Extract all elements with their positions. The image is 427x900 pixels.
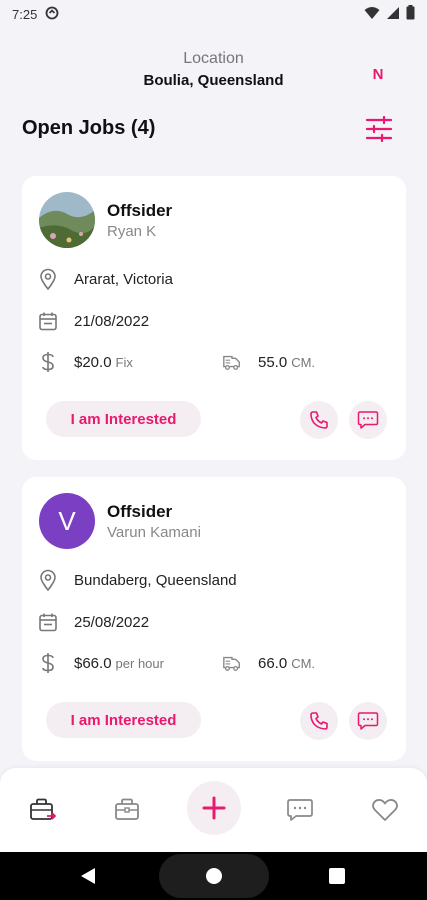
job-date: 25/08/2022 xyxy=(74,613,150,631)
interested-button[interactable]: I am Interested xyxy=(46,401,201,437)
filter-button[interactable] xyxy=(364,115,398,144)
back-button[interactable] xyxy=(80,867,96,890)
job-location-row: Bundaberg, Queensland xyxy=(38,569,237,591)
location-value[interactable]: Boulia, Queensland xyxy=(0,72,427,89)
nav-my-jobs[interactable] xyxy=(107,790,147,830)
phone-icon xyxy=(310,411,328,429)
job-title: Offsider xyxy=(107,200,173,220)
sliders-icon xyxy=(365,115,393,143)
dollar-icon xyxy=(38,652,58,674)
poster-name: Ryan K xyxy=(107,222,157,240)
profile-avatar[interactable]: N xyxy=(366,66,390,86)
job-date-row: 21/08/2022 xyxy=(38,310,149,332)
home-button[interactable] xyxy=(206,868,222,889)
job-distance-row: 66.0 CM. xyxy=(222,652,315,674)
interested-button[interactable]: I am Interested xyxy=(46,702,201,738)
job-card[interactable]: V Offsider Varun Kamani Bundaberg, Queen… xyxy=(22,477,406,761)
calendar-icon xyxy=(38,310,58,332)
system-nav-bar xyxy=(0,852,427,900)
nav-messages[interactable] xyxy=(280,790,320,830)
poster-name: Varun Kamani xyxy=(107,523,201,541)
map-pin-icon xyxy=(38,569,58,591)
job-distance: 66.0 xyxy=(258,654,288,672)
briefcase-icon xyxy=(115,798,139,820)
recents-square-icon xyxy=(329,868,345,884)
jobs-icon xyxy=(30,798,57,820)
job-date: 21/08/2022 xyxy=(74,312,150,330)
job-card[interactable]: Offsider Ryan K Ararat, Victoria 21/08/2… xyxy=(22,176,406,460)
job-distance-row: 55.0 CM. xyxy=(222,351,315,373)
battery-icon xyxy=(406,5,415,23)
job-pay-type: per hour xyxy=(115,655,164,671)
home-circle-icon xyxy=(206,868,222,884)
job-poster: Offsider Ryan K xyxy=(39,192,172,248)
bottom-nav xyxy=(0,768,427,852)
job-distance: 55.0 xyxy=(258,353,288,371)
job-poster: V Offsider Varun Kamani xyxy=(39,493,201,549)
heart-icon xyxy=(372,799,398,821)
map-pin-icon xyxy=(38,268,58,290)
phone-icon xyxy=(310,712,328,730)
chat-icon xyxy=(287,799,313,821)
nav-jobs[interactable] xyxy=(23,790,63,830)
truck-icon xyxy=(222,351,242,373)
job-pay: $20.0 xyxy=(74,353,112,371)
dollar-icon xyxy=(38,351,58,373)
job-location: Bundaberg, Queensland xyxy=(74,571,237,589)
call-button[interactable] xyxy=(300,702,338,740)
call-button[interactable] xyxy=(300,401,338,439)
recents-button[interactable] xyxy=(329,868,345,889)
status-bar: 7:25 xyxy=(0,0,427,28)
signal-icon xyxy=(386,6,400,23)
job-pay-row: $20.0 Fix xyxy=(38,351,133,373)
chat-icon xyxy=(357,411,379,429)
nav-favourites[interactable] xyxy=(365,790,405,830)
poster-avatar-initial: V xyxy=(39,493,95,549)
poster-avatar-photo xyxy=(39,192,95,248)
status-time: 7:25 xyxy=(12,6,38,22)
job-distance-unit: CM. xyxy=(291,655,316,671)
job-pay-row: $66.0 per hour xyxy=(38,652,164,674)
location-label: Location xyxy=(183,50,244,67)
job-title: Offsider xyxy=(107,501,173,521)
job-location-row: Ararat, Victoria xyxy=(38,268,173,290)
chat-icon xyxy=(357,712,379,730)
data-saver-icon xyxy=(45,6,59,23)
calendar-icon xyxy=(38,611,58,633)
chat-button[interactable] xyxy=(349,401,387,439)
job-pay-type: Fix xyxy=(115,354,133,370)
nav-add-job[interactable] xyxy=(187,781,241,835)
job-location: Ararat, Victoria xyxy=(74,270,173,288)
back-triangle-icon xyxy=(81,868,95,884)
truck-icon xyxy=(222,652,242,674)
location-header[interactable]: Location Boulia, Queensland xyxy=(0,50,427,89)
job-pay: $66.0 xyxy=(74,654,112,672)
chat-button[interactable] xyxy=(349,702,387,740)
job-distance-unit: CM. xyxy=(291,354,316,370)
page-title: Open Jobs (4) xyxy=(22,117,156,139)
add-icon xyxy=(202,796,226,820)
job-date-row: 25/08/2022 xyxy=(38,611,149,633)
wifi-icon xyxy=(364,6,380,23)
